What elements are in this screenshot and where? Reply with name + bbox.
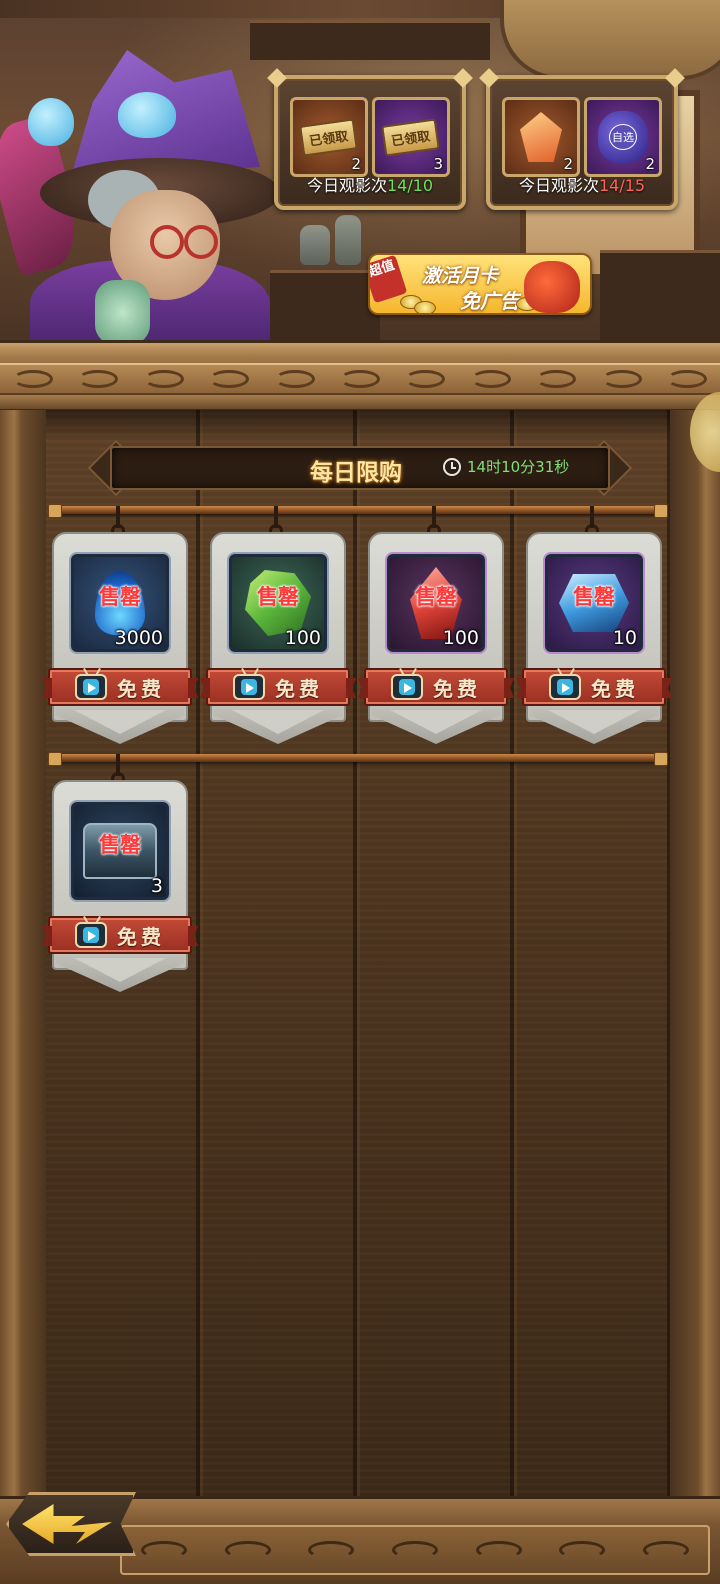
- item-slot[interactable]: 售罄 3000: [71, 554, 169, 652]
- hanging-rod: [48, 752, 668, 766]
- ad-free-label: 免广告: [460, 289, 520, 313]
- ornamental-divider: [0, 340, 720, 412]
- sold-out-label: 售罄: [99, 585, 141, 609]
- item-slot[interactable]: 售罄 3: [71, 802, 169, 900]
- watch-count-label: 今日观影次14/10: [306, 176, 434, 195]
- daily-limited-header: 每日限购 14时10分31秒: [87, 439, 633, 497]
- item-slot[interactable]: 售罄 10: [545, 554, 643, 652]
- free-label: 免费: [433, 676, 481, 701]
- free-ad-button[interactable]: 免费: [364, 668, 508, 706]
- shopkeeper-witch-character: [0, 30, 290, 345]
- sold-out-label: 售罄: [573, 585, 615, 609]
- decorative-frieze: [120, 1525, 710, 1575]
- shop-item-card[interactable]: 售罄 100 免费: [364, 506, 508, 744]
- clock-icon: [443, 457, 461, 476]
- money-pouch-icon: [524, 261, 580, 313]
- tv-ad-icon: [75, 668, 107, 700]
- shop-item-card[interactable]: 售罄 3 免费: [48, 754, 192, 992]
- ad-reward-panel-2[interactable]: 2 自选 2 今日观影次14/15: [486, 75, 678, 210]
- free-ad-button[interactable]: 免费: [48, 916, 192, 954]
- ad-reward-panel-1[interactable]: 已领取 2 已领取 3 今日观影次14/10: [274, 75, 466, 210]
- item-quantity: 10: [612, 627, 637, 649]
- hanging-rod: [48, 504, 668, 518]
- free-label: 免费: [591, 676, 639, 701]
- timer-text: 14时10分31秒: [467, 458, 570, 476]
- shop-scene-background: 已领取 2 已领取 3 今日观影次14/10 2 自选 2 今日观影次14/15: [0, 0, 720, 345]
- sold-out-label: 售罄: [257, 585, 299, 609]
- claimed-ticket-icon[interactable]: 已领取 2: [290, 97, 368, 177]
- shop-item-card[interactable]: 售罄 3000 免费: [48, 506, 192, 744]
- watch-count-label: 今日观影次14/15: [518, 176, 646, 195]
- item-quantity: 3000: [114, 627, 163, 649]
- claimed-ticket-icon[interactable]: 已领取 3: [372, 97, 450, 177]
- watch-progress: 14/15: [598, 176, 646, 195]
- tv-ad-icon: [233, 668, 265, 700]
- tv-ad-icon: [75, 916, 107, 948]
- activate-month-card-banner[interactable]: 超值 激活月卡 免广告: [368, 253, 592, 315]
- shop-item-card[interactable]: 售罄 10 免费: [522, 506, 666, 744]
- tv-ad-icon: [549, 668, 581, 700]
- free-label: 免费: [275, 676, 323, 701]
- free-label: 免费: [117, 924, 165, 949]
- shop-item-card[interactable]: 售罄 100 免费: [206, 506, 350, 744]
- free-label: 免费: [117, 676, 165, 701]
- item-quantity: 100: [284, 627, 321, 649]
- refresh-timer: 14时10分31秒: [443, 456, 569, 477]
- item-quantity: 3: [150, 875, 163, 897]
- sold-out-label: 售罄: [415, 585, 457, 609]
- month-card-title: 激活月卡: [422, 265, 499, 287]
- item-quantity: 100: [442, 627, 479, 649]
- item-slot[interactable]: 售罄 100: [229, 554, 327, 652]
- decorative-arch: [500, 0, 720, 80]
- sold-out-label: 售罄: [99, 833, 141, 857]
- back-button[interactable]: [0, 1484, 140, 1564]
- free-ad-button[interactable]: 免费: [48, 668, 192, 706]
- shop-title: 每日限购: [310, 460, 402, 486]
- free-ad-button[interactable]: 免费: [522, 668, 666, 706]
- orange-crystal-icon[interactable]: 2: [502, 97, 580, 177]
- watch-progress: 14/10: [386, 176, 434, 195]
- item-slot[interactable]: 售罄 100: [387, 554, 485, 652]
- purple-pouch-icon[interactable]: 自选 2: [584, 97, 662, 177]
- tv-ad-icon: [391, 668, 423, 700]
- free-ad-button[interactable]: 免费: [206, 668, 350, 706]
- super-value-tag: 超值: [370, 255, 408, 304]
